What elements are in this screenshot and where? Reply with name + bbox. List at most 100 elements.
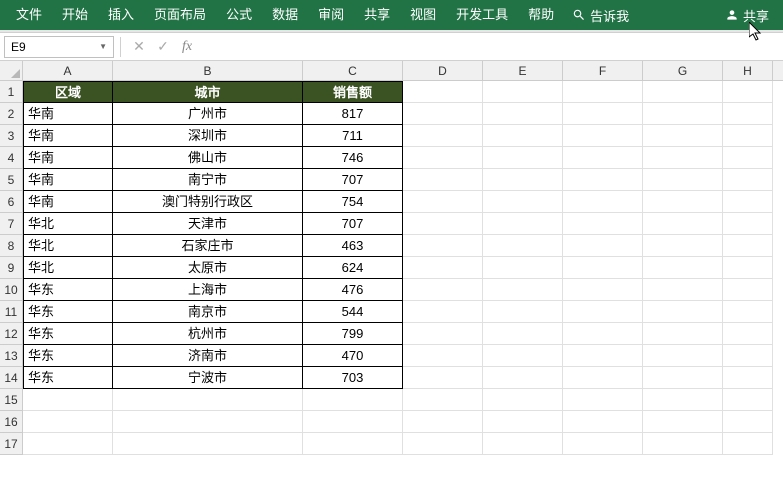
cell-E5[interactable] bbox=[483, 169, 563, 191]
cell-H10[interactable] bbox=[723, 279, 773, 301]
cell-B4[interactable]: 佛山市 bbox=[113, 147, 303, 169]
cell-B3[interactable]: 深圳市 bbox=[113, 125, 303, 147]
column-header-H[interactable]: H bbox=[723, 61, 773, 81]
ribbon-tab-home[interactable]: 开始 bbox=[52, 0, 98, 30]
cell-D10[interactable] bbox=[403, 279, 483, 301]
cell-G10[interactable] bbox=[643, 279, 723, 301]
row-header-14[interactable]: 14 bbox=[0, 367, 22, 389]
cell-C11[interactable]: 544 bbox=[303, 301, 403, 323]
cell-H13[interactable] bbox=[723, 345, 773, 367]
column-header-B[interactable]: B bbox=[113, 61, 303, 81]
cell-D1[interactable] bbox=[403, 81, 483, 103]
row-header-11[interactable]: 11 bbox=[0, 301, 22, 323]
cell-A6[interactable]: 华南 bbox=[23, 191, 113, 213]
share-button[interactable]: 共享 bbox=[717, 0, 777, 30]
cell-G9[interactable] bbox=[643, 257, 723, 279]
row-header-2[interactable]: 2 bbox=[0, 103, 22, 125]
cell-B13[interactable]: 济南市 bbox=[113, 345, 303, 367]
cell-F4[interactable] bbox=[563, 147, 643, 169]
cell-H7[interactable] bbox=[723, 213, 773, 235]
cell-F13[interactable] bbox=[563, 345, 643, 367]
cell-E17[interactable] bbox=[483, 433, 563, 455]
cell-D12[interactable] bbox=[403, 323, 483, 345]
cell-H11[interactable] bbox=[723, 301, 773, 323]
cell-E1[interactable] bbox=[483, 81, 563, 103]
cell-E4[interactable] bbox=[483, 147, 563, 169]
row-header-3[interactable]: 3 bbox=[0, 125, 22, 147]
cell-D9[interactable] bbox=[403, 257, 483, 279]
cell-F12[interactable] bbox=[563, 323, 643, 345]
row-header-1[interactable]: 1 bbox=[0, 81, 22, 103]
cell-C6[interactable]: 754 bbox=[303, 191, 403, 213]
cell-A5[interactable]: 华南 bbox=[23, 169, 113, 191]
cell-A9[interactable]: 华北 bbox=[23, 257, 113, 279]
cell-A4[interactable]: 华南 bbox=[23, 147, 113, 169]
formula-input[interactable] bbox=[199, 36, 777, 58]
cell-G2[interactable] bbox=[643, 103, 723, 125]
cell-C8[interactable]: 463 bbox=[303, 235, 403, 257]
cell-D16[interactable] bbox=[403, 411, 483, 433]
cell-B1[interactable]: 城市 bbox=[113, 81, 303, 103]
cell-E7[interactable] bbox=[483, 213, 563, 235]
cell-C2[interactable]: 817 bbox=[303, 103, 403, 125]
cell-B2[interactable]: 广州市 bbox=[113, 103, 303, 125]
cell-F9[interactable] bbox=[563, 257, 643, 279]
cell-A1[interactable]: 区域 bbox=[23, 81, 113, 103]
cell-A10[interactable]: 华东 bbox=[23, 279, 113, 301]
row-header-12[interactable]: 12 bbox=[0, 323, 22, 345]
cell-E15[interactable] bbox=[483, 389, 563, 411]
cell-F3[interactable] bbox=[563, 125, 643, 147]
ribbon-tab-review[interactable]: 审阅 bbox=[308, 0, 354, 30]
cell-G3[interactable] bbox=[643, 125, 723, 147]
cell-B10[interactable]: 上海市 bbox=[113, 279, 303, 301]
cell-B14[interactable]: 宁波市 bbox=[113, 367, 303, 389]
cell-H3[interactable] bbox=[723, 125, 773, 147]
cell-C14[interactable]: 703 bbox=[303, 367, 403, 389]
ribbon-tab-insert[interactable]: 插入 bbox=[98, 0, 144, 30]
column-header-D[interactable]: D bbox=[403, 61, 483, 81]
cell-E8[interactable] bbox=[483, 235, 563, 257]
cell-G5[interactable] bbox=[643, 169, 723, 191]
cell-B6[interactable]: 澳门特别行政区 bbox=[113, 191, 303, 213]
row-header-9[interactable]: 9 bbox=[0, 257, 22, 279]
cell-A11[interactable]: 华东 bbox=[23, 301, 113, 323]
column-header-A[interactable]: A bbox=[23, 61, 113, 81]
cell-G6[interactable] bbox=[643, 191, 723, 213]
row-header-10[interactable]: 10 bbox=[0, 279, 22, 301]
select-all-corner[interactable] bbox=[0, 61, 23, 81]
ribbon-tab-page-layout[interactable]: 页面布局 bbox=[144, 0, 216, 30]
spreadsheet-grid[interactable]: ABCDEFGH 1234567891011121314151617 区域城市销… bbox=[0, 61, 783, 500]
cell-E16[interactable] bbox=[483, 411, 563, 433]
cell-C7[interactable]: 707 bbox=[303, 213, 403, 235]
cell-G17[interactable] bbox=[643, 433, 723, 455]
cell-D2[interactable] bbox=[403, 103, 483, 125]
cell-D14[interactable] bbox=[403, 367, 483, 389]
cell-A3[interactable]: 华南 bbox=[23, 125, 113, 147]
cell-F17[interactable] bbox=[563, 433, 643, 455]
cell-A12[interactable]: 华东 bbox=[23, 323, 113, 345]
cell-B7[interactable]: 天津市 bbox=[113, 213, 303, 235]
ribbon-tab-share-tab[interactable]: 共享 bbox=[354, 0, 400, 30]
cell-C4[interactable]: 746 bbox=[303, 147, 403, 169]
cell-D4[interactable] bbox=[403, 147, 483, 169]
cell-F14[interactable] bbox=[563, 367, 643, 389]
cell-E12[interactable] bbox=[483, 323, 563, 345]
cell-E9[interactable] bbox=[483, 257, 563, 279]
cell-G16[interactable] bbox=[643, 411, 723, 433]
cell-A8[interactable]: 华北 bbox=[23, 235, 113, 257]
cell-C12[interactable]: 799 bbox=[303, 323, 403, 345]
cell-H5[interactable] bbox=[723, 169, 773, 191]
cell-G11[interactable] bbox=[643, 301, 723, 323]
cell-A2[interactable]: 华南 bbox=[23, 103, 113, 125]
row-header-4[interactable]: 4 bbox=[0, 147, 22, 169]
row-header-7[interactable]: 7 bbox=[0, 213, 22, 235]
cell-C17[interactable] bbox=[303, 433, 403, 455]
ribbon-tab-developer[interactable]: 开发工具 bbox=[446, 0, 518, 30]
cell-E11[interactable] bbox=[483, 301, 563, 323]
cell-F5[interactable] bbox=[563, 169, 643, 191]
cell-F7[interactable] bbox=[563, 213, 643, 235]
cell-H14[interactable] bbox=[723, 367, 773, 389]
ribbon-tab-help[interactable]: 帮助 bbox=[518, 0, 564, 30]
cell-G7[interactable] bbox=[643, 213, 723, 235]
cell-B16[interactable] bbox=[113, 411, 303, 433]
